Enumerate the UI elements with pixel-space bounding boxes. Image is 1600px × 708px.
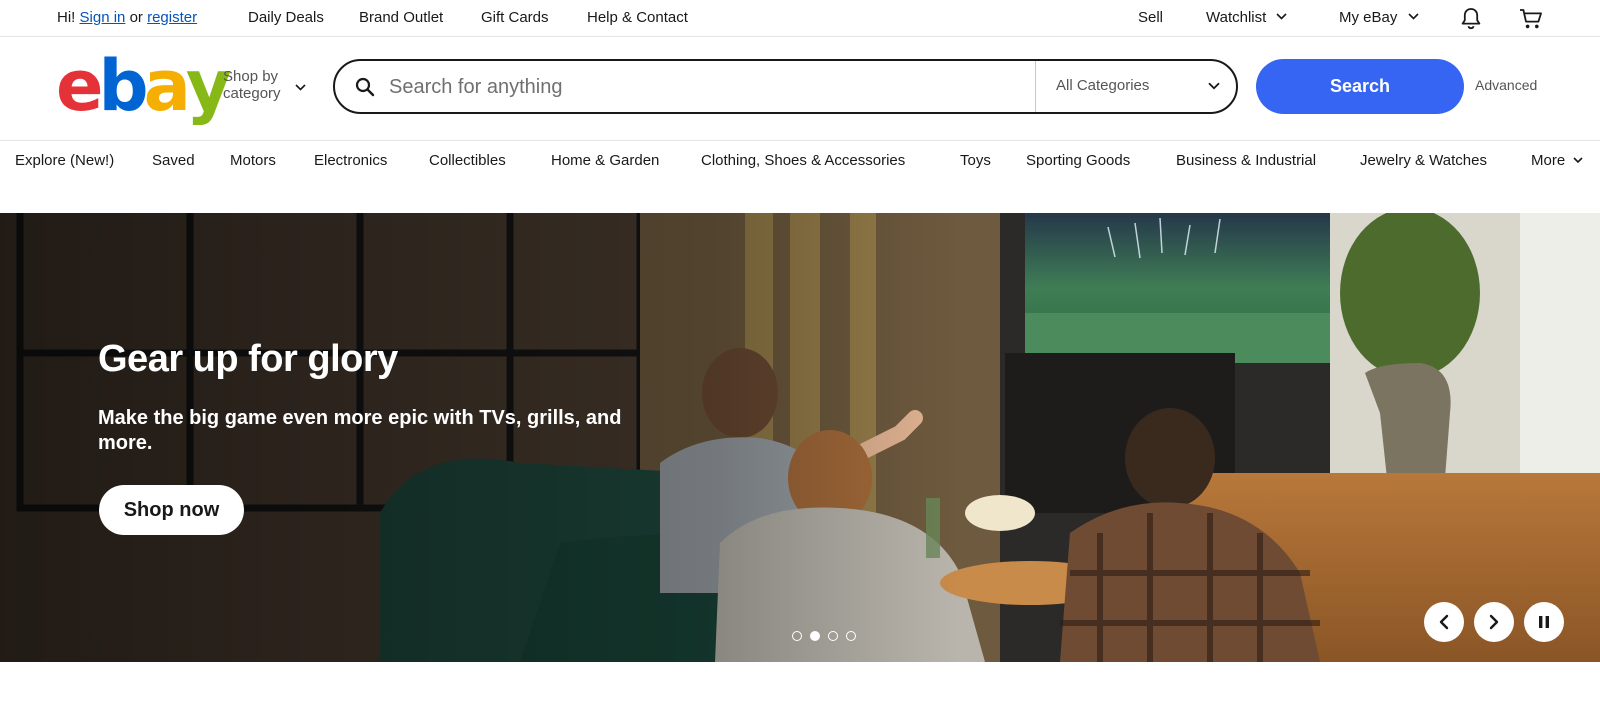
my-ebay-menu[interactable]: My eBay [1339, 9, 1419, 26]
register-link[interactable]: register [147, 9, 197, 26]
nav-item-electronics[interactable]: Electronics [314, 152, 387, 169]
sign-in-link[interactable]: Sign in [80, 9, 126, 26]
nav-item-more[interactable]: More [1531, 152, 1583, 169]
carousel-pause-button[interactable] [1524, 602, 1564, 642]
sell-link[interactable]: Sell [1138, 9, 1163, 26]
carousel-dot[interactable] [828, 631, 838, 641]
main-header: ebay Shop by category All Categories Sea… [0, 37, 1600, 141]
ebay-logo[interactable]: ebay [56, 51, 231, 121]
carousel-dot[interactable] [846, 631, 856, 641]
nav-item-explore[interactable]: Explore (New!) [15, 152, 114, 169]
chevron-right-icon [1489, 614, 1499, 630]
nav-item-business-industrial[interactable]: Business & Industrial [1176, 152, 1316, 169]
chevron-down-icon [1573, 156, 1583, 163]
my-ebay-label: My eBay [1339, 9, 1398, 26]
chevron-left-icon [1439, 614, 1449, 630]
brand-outlet-link[interactable]: Brand Outlet [359, 9, 443, 26]
greeting-prefix: Hi! [57, 9, 76, 26]
nav-item-home-garden[interactable]: Home & Garden [551, 152, 659, 169]
top-utility-bar: Hi! Sign in or register Daily Deals Bran… [0, 0, 1600, 37]
shop-by-line2: category [223, 85, 281, 102]
category-select[interactable]: All Categories [1035, 61, 1236, 112]
carousel-dot[interactable] [792, 631, 802, 641]
help-contact-link[interactable]: Help & Contact [587, 9, 688, 26]
nav-item-collectibles[interactable]: Collectibles [429, 152, 506, 169]
carousel-next-button[interactable] [1474, 602, 1514, 642]
search-bar: All Categories [333, 59, 1238, 114]
shop-now-button[interactable]: Shop now [99, 485, 244, 535]
search-input[interactable] [389, 71, 1009, 103]
nav-item-motors[interactable]: Motors [230, 152, 276, 169]
chevron-down-icon [1407, 13, 1419, 20]
chevron-down-icon [1276, 13, 1288, 20]
hero-subtitle: Make the big game even more epic with TV… [98, 407, 622, 454]
search-icon [355, 77, 375, 97]
cart-icon[interactable] [1518, 6, 1544, 31]
shop-by-line1: Shop by [223, 68, 279, 85]
search-button[interactable]: Search [1256, 59, 1464, 114]
category-select-label: All Categories [1056, 77, 1150, 94]
advanced-search-link[interactable]: Advanced [1475, 77, 1537, 93]
greeting: Hi! Sign in or register [57, 9, 197, 26]
chevron-down-icon [1208, 82, 1220, 90]
greeting-or: or [129, 9, 143, 26]
nav-item-sporting-goods[interactable]: Sporting Goods [1026, 152, 1130, 169]
nav-item-clothing[interactable]: Clothing, Shoes & Accessories [701, 152, 905, 169]
hero-banner: Gear up for glory Make the big game even… [0, 213, 1600, 662]
nav-item-saved[interactable]: Saved [152, 152, 195, 169]
watchlist-label: Watchlist [1206, 9, 1267, 26]
carousel-dot-active[interactable] [810, 631, 820, 641]
shop-by-category-button[interactable]: Shop by category [223, 68, 281, 102]
gift-cards-link[interactable]: Gift Cards [481, 9, 549, 26]
nav-item-jewelry-watches[interactable]: Jewelry & Watches [1360, 152, 1487, 169]
hero-title: Gear up for glory [98, 338, 398, 380]
chevron-down-icon [295, 84, 306, 91]
carousel-prev-button[interactable] [1424, 602, 1464, 642]
pause-icon [1539, 616, 1549, 628]
nav-item-toys[interactable]: Toys [960, 152, 991, 169]
daily-deals-link[interactable]: Daily Deals [248, 9, 324, 26]
category-nav: Explore (New!) Saved Motors Electronics … [0, 141, 1600, 211]
bell-icon[interactable] [1459, 6, 1483, 31]
watchlist-menu[interactable]: Watchlist [1206, 9, 1288, 26]
nav-more-label: More [1531, 152, 1566, 169]
